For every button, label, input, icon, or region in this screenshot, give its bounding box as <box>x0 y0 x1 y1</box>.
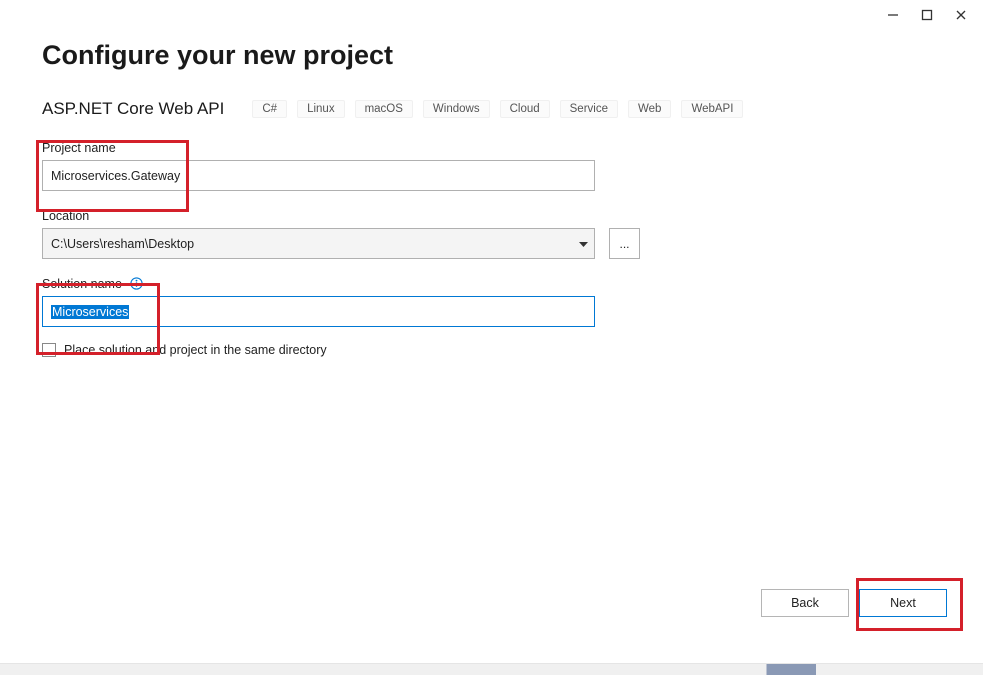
location-value: C:\Users\resham\Desktop <box>51 237 194 251</box>
tag: Service <box>560 100 618 118</box>
tag: Windows <box>423 100 490 118</box>
same-directory-label: Place solution and project in the same d… <box>64 343 327 357</box>
solution-name-label: Solution name <box>42 277 122 291</box>
next-button[interactable]: Next <box>859 589 947 617</box>
project-name-label: Project name <box>42 141 116 155</box>
template-name: ASP.NET Core Web API <box>42 99 224 119</box>
tag: C# <box>252 100 287 118</box>
minimize-button[interactable] <box>885 7 901 23</box>
solution-name-value: Microservices <box>51 305 129 319</box>
info-icon[interactable] <box>130 277 143 290</box>
footer-buttons: Back Next <box>761 589 947 617</box>
location-label: Location <box>42 209 89 223</box>
tag: Web <box>628 100 671 118</box>
location-combo[interactable]: C:\Users\resham\Desktop <box>42 228 595 259</box>
location-group: Location C:\Users\resham\Desktop ... <box>42 207 953 259</box>
solution-name-group: Solution name Microservices <box>42 275 953 327</box>
project-name-group: Project name <box>42 139 953 191</box>
tag: Linux <box>297 100 345 118</box>
tag: Cloud <box>500 100 550 118</box>
maximize-button[interactable] <box>919 7 935 23</box>
same-directory-row: Place solution and project in the same d… <box>42 343 953 357</box>
window-controls <box>885 0 983 30</box>
page-title: Configure your new project <box>42 40 953 71</box>
solution-name-input[interactable]: Microservices <box>42 296 595 327</box>
tag: macOS <box>355 100 413 118</box>
chevron-down-icon <box>579 237 588 251</box>
same-directory-checkbox[interactable] <box>42 343 56 357</box>
back-button[interactable]: Back <box>761 589 849 617</box>
tag: WebAPI <box>681 100 743 118</box>
close-button[interactable] <box>953 7 969 23</box>
browse-button[interactable]: ... <box>609 228 640 259</box>
template-row: ASP.NET Core Web API C# Linux macOS Wind… <box>42 99 953 119</box>
status-strip <box>0 663 983 675</box>
project-name-input[interactable] <box>42 160 595 191</box>
